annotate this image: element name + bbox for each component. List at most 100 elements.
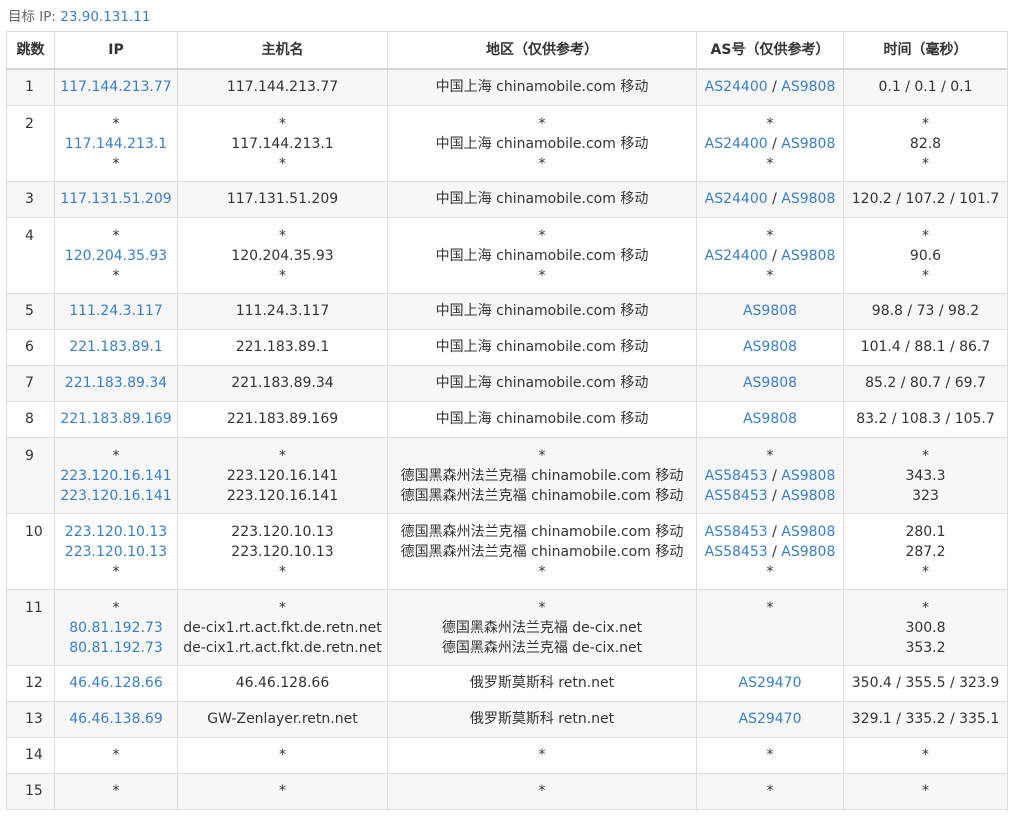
ip-address-cell: * 117.144.213.1 * (54, 104, 178, 182)
as-link: * (766, 783, 774, 799)
ip-address-line: * (112, 563, 120, 580)
as-link[interactable]: AS9808 (743, 375, 797, 391)
hostname-cell: 46.46.128.66 (177, 664, 388, 702)
time-line: 90.6 (909, 247, 942, 264)
as-link[interactable]: AS58453 (705, 488, 768, 504)
ip-address-line[interactable]: 221.183.89.169 (55, 409, 177, 429)
table-row: 6 221.183.89.1 221.183.89.1 中国上海 chinamobil… (6, 328, 1008, 366)
ip-address-line[interactable]: 46.46.138.69 (55, 709, 177, 729)
hostname-line: 117.131.51.209 (226, 191, 339, 207)
as-link[interactable]: AS29470 (739, 711, 802, 727)
as-link: * (766, 155, 774, 172)
target-ip-value[interactable]: 23.90.131.11 (60, 9, 150, 25)
as-line: AS29470 (697, 673, 843, 693)
region-line: * (538, 267, 546, 284)
ip-address-line[interactable]: 223.120.10.13 (55, 522, 177, 542)
as-link[interactable]: AS24400 (705, 191, 768, 207)
ip-address-line[interactable]: 46.46.128.66 (55, 673, 177, 693)
hostname-cell: * 117.144.213.1 * (177, 104, 388, 182)
as-link[interactable]: AS9808 (781, 136, 835, 152)
as-link: * (766, 115, 774, 132)
ip-address-line[interactable]: 221.183.89.1 (55, 337, 177, 357)
ip-address-line[interactable]: 80.81.192.73 (55, 638, 177, 658)
ip-address-cell: 46.46.128.66 (54, 664, 178, 702)
hostname-cell: 221.183.89.169 (177, 400, 388, 438)
hop-number: 15 (6, 772, 55, 810)
ip-address-line[interactable]: 223.120.10.13 (55, 542, 177, 562)
ip-address-line: * (112, 447, 120, 464)
as-link[interactable]: AS9808 (743, 303, 797, 319)
ip-address-line[interactable]: 223.120.16.141 (55, 486, 177, 506)
region-line: * (538, 747, 546, 763)
ip-address-line[interactable]: 117.144.213.77 (55, 77, 177, 97)
table-row: 14 * * * * * (6, 736, 1008, 774)
as-number-cell: AS24400 / AS9808 (696, 180, 844, 218)
ip-address-cell: 111.24.3.117 (54, 292, 178, 330)
time-line: * (922, 563, 929, 580)
as-link[interactable]: AS24400 (705, 79, 768, 95)
as-link[interactable]: AS9808 (781, 79, 835, 95)
region-cell: * (387, 736, 697, 774)
region-line: 中国上海 chinamobile.com 移动 (435, 191, 649, 207)
ip-address-line[interactable]: 120.204.35.93 (55, 246, 177, 266)
time-line: 329.1 / 335.2 / 335.1 (851, 711, 1000, 727)
table-row: 12 46.46.128.66 46.46.128.66 俄罗斯莫斯科 retn.ne… (6, 664, 1008, 702)
as-line: * (697, 266, 843, 286)
ip-address-line[interactable]: 221.183.89.34 (55, 373, 177, 393)
as-line: * (697, 562, 843, 582)
region-line: * (538, 783, 546, 799)
hop-number: 1 (6, 68, 55, 106)
hop-number: 6 (6, 328, 55, 366)
as-link[interactable]: AS58453 (705, 524, 768, 540)
as-link[interactable]: AS9808 (781, 468, 835, 484)
as-link[interactable]: AS24400 (705, 248, 768, 264)
time-line: 350.4 / 355.5 / 323.9 (851, 675, 1000, 691)
time-line: * (922, 783, 929, 799)
target-ip-label: 目标 IP: (8, 9, 56, 25)
ip-address-cell: 117.131.51.209 (54, 180, 178, 218)
as-link[interactable]: AS9808 (743, 411, 797, 427)
as-line: AS9808 (697, 301, 843, 321)
time-cell: 120.2 / 107.2 / 101.7 (843, 180, 1008, 218)
as-link[interactable]: AS24400 (705, 136, 768, 152)
as-link[interactable]: AS9808 (743, 339, 797, 355)
hostname-line: 223.120.16.141 (226, 467, 339, 484)
as-link[interactable]: AS29470 (739, 675, 802, 691)
region-line: 德国黑森州法兰克福 chinamobile.com 移动 (400, 467, 684, 484)
as-link: * (766, 599, 774, 616)
as-link[interactable]: AS9808 (781, 191, 835, 207)
ip-address-line[interactable]: 223.120.16.141 (55, 466, 177, 486)
as-link[interactable]: AS58453 (705, 468, 768, 484)
as-link[interactable]: AS9808 (781, 524, 835, 540)
time-line: 353.2 (905, 639, 946, 656)
ip-address-cell: * (54, 736, 178, 774)
as-number-cell: AS29470 (696, 700, 844, 738)
hop-number: 9 (6, 436, 55, 514)
region-line: 中国上海 chinamobile.com 移动 (435, 135, 649, 152)
hostname-cell: * 120.204.35.93 * (177, 216, 388, 294)
region-line: 中国上海 chinamobile.com 移动 (435, 79, 649, 96)
ip-address-line[interactable]: 117.144.213.1 (55, 134, 177, 154)
hostname-line: 223.120.10.13 (231, 543, 334, 560)
time-line: * (922, 227, 929, 244)
as-line: * (697, 154, 843, 174)
ip-address-cell: * 120.204.35.93 * (54, 216, 178, 294)
as-link[interactable]: AS58453 (705, 544, 768, 560)
as-link: * (766, 563, 774, 580)
time-cell: 350.4 / 355.5 / 323.9 (843, 664, 1008, 702)
hostname-line: 223.120.10.13 (231, 523, 334, 540)
traceroute-table: 跳数 IP 主机名 地区（仅供参考） AS号（仅供参考） 时间（毫秒） 1 117… (6, 31, 1008, 810)
ip-address-line[interactable]: 80.81.192.73 (55, 618, 177, 638)
hostname-line: 221.183.89.169 (226, 411, 339, 427)
ip-address-line[interactable]: 117.131.51.209 (55, 189, 177, 209)
time-line: 120.2 / 107.2 / 101.7 (851, 191, 1000, 207)
as-line: * (697, 446, 843, 466)
hop-number: 14 (6, 736, 55, 774)
region-cell: * 中国上海 chinamobile.com 移动 * (387, 104, 697, 182)
hop-number: 5 (6, 292, 55, 330)
as-link[interactable]: AS9808 (781, 248, 835, 264)
as-link[interactable]: AS9808 (781, 544, 835, 560)
ip-address-cell: * (54, 772, 178, 810)
ip-address-line[interactable]: 111.24.3.117 (55, 301, 177, 321)
as-link[interactable]: AS9808 (781, 488, 835, 504)
